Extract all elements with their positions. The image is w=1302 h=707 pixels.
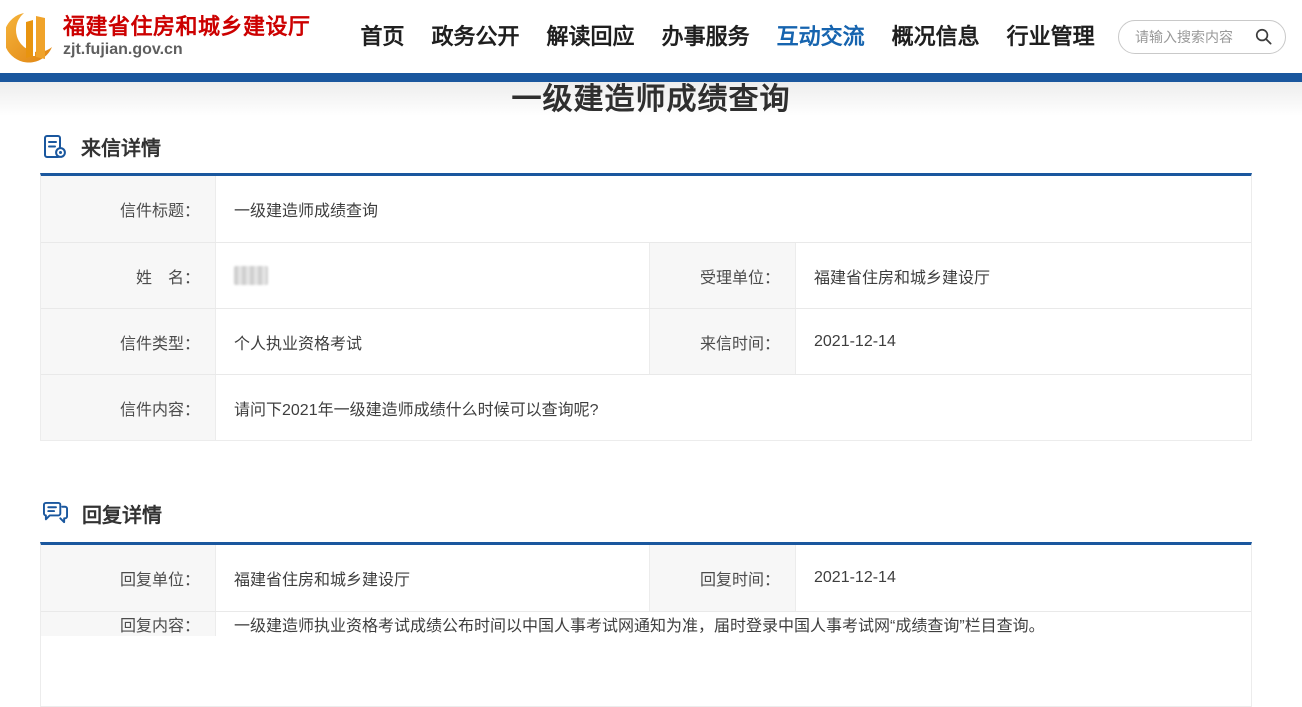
site-url: zjt.fujian.gov.cn (63, 41, 311, 59)
reply-content-label: 回复内容： (41, 612, 216, 636)
accepting-unit-label: 受理单位： (649, 243, 796, 308)
reply-time-label: 回复时间： (649, 545, 796, 611)
site-header: 福建省住房和城乡建设厅 zjt.fujian.gov.cn 首页 政务公开 解读… (0, 0, 1302, 73)
site-name: 福建省住房和城乡建设厅 (63, 14, 311, 40)
nav-item-services[interactable]: 办事服务 (662, 22, 750, 52)
nav-item-overview[interactable]: 概况信息 (892, 22, 980, 52)
search-icon[interactable] (1254, 27, 1273, 46)
reply-section-header: 回复详情 (42, 499, 1302, 528)
reply-content-value: 一级建造师执业资格考试成绩公布时间以中国人事考试网通知为准，届时登录中国人事考试… (216, 612, 1251, 636)
reply-detail-table: 回复单位： 福建省住房和城乡建设厅 回复时间： 2021-12-14 回复内容：… (40, 542, 1252, 707)
table-row: 信件标题： 一级建造师成绩查询 (41, 176, 1251, 242)
search-box[interactable] (1118, 20, 1286, 54)
table-row: 姓 名： 受理单位： 福建省住房和城乡建设厅 (41, 242, 1251, 308)
page-title: 一级建造师成绩查询 (0, 84, 1302, 116)
nav-item-home[interactable]: 首页 (361, 22, 405, 52)
letter-type-value: 个人执业资格考试 (216, 309, 649, 374)
table-row: 信件类型： 个人执业资格考试 来信时间： 2021-12-14 (41, 308, 1251, 374)
main-nav: 首页 政务公开 解读回应 办事服务 互动交流 概况信息 行业管理 (361, 22, 1095, 52)
brand-text: 福建省住房和城乡建设厅 zjt.fujian.gov.cn (63, 14, 311, 59)
reply-unit-label: 回复单位： (41, 545, 216, 611)
accepting-unit-value: 福建省住房和城乡建设厅 (796, 243, 1251, 308)
nav-item-gov-info[interactable]: 政务公开 (432, 22, 520, 52)
letter-type-label: 信件类型： (41, 309, 216, 374)
nav-item-interaction[interactable]: 互动交流 (777, 22, 865, 52)
letter-detail-icon (42, 134, 68, 160)
letter-time-value: 2021-12-14 (796, 309, 1251, 374)
letter-title-value: 一级建造师成绩查询 (216, 176, 1251, 242)
name-label: 姓 名： (41, 243, 216, 308)
table-row: 回复单位： 福建省住房和城乡建设厅 回复时间： 2021-12-14 (41, 545, 1251, 611)
letter-title-label: 信件标题： (41, 176, 216, 242)
letter-section-header: 来信详情 (42, 132, 1302, 161)
reply-time-value: 2021-12-14 (796, 545, 1251, 611)
main-content: 一级建造师成绩查询 来信详情 信件标题： 一级建造师成绩查询 姓 名： 受理单位… (0, 82, 1302, 707)
nav-item-interpretation[interactable]: 解读回应 (547, 22, 635, 52)
header-divider-bar (0, 73, 1302, 82)
letter-section-title: 来信详情 (81, 132, 161, 161)
reply-detail-icon (42, 501, 69, 526)
table-row: 回复内容： 一级建造师执业资格考试成绩公布时间以中国人事考试网通知为准，届时登录… (41, 611, 1251, 706)
name-value (216, 243, 649, 308)
nav-item-industry[interactable]: 行业管理 (1007, 22, 1095, 52)
letter-detail-table: 信件标题： 一级建造师成绩查询 姓 名： 受理单位： 福建省住房和城乡建设厅 信… (40, 173, 1252, 441)
site-logo[interactable]: 福建省住房和城乡建设厅 zjt.fujian.gov.cn (6, 9, 311, 65)
table-row: 信件内容： 请问下2021年一级建造师成绩什么时候可以查询呢? (41, 374, 1251, 440)
logo-icon (6, 9, 54, 65)
search-input[interactable] (1133, 28, 1254, 46)
redacted-name (234, 266, 268, 285)
letter-time-label: 来信时间： (649, 309, 796, 374)
letter-content-label: 信件内容： (41, 375, 216, 440)
reply-section-title: 回复详情 (82, 499, 162, 528)
letter-content-value: 请问下2021年一级建造师成绩什么时候可以查询呢? (216, 375, 1251, 440)
reply-unit-value: 福建省住房和城乡建设厅 (216, 545, 649, 611)
